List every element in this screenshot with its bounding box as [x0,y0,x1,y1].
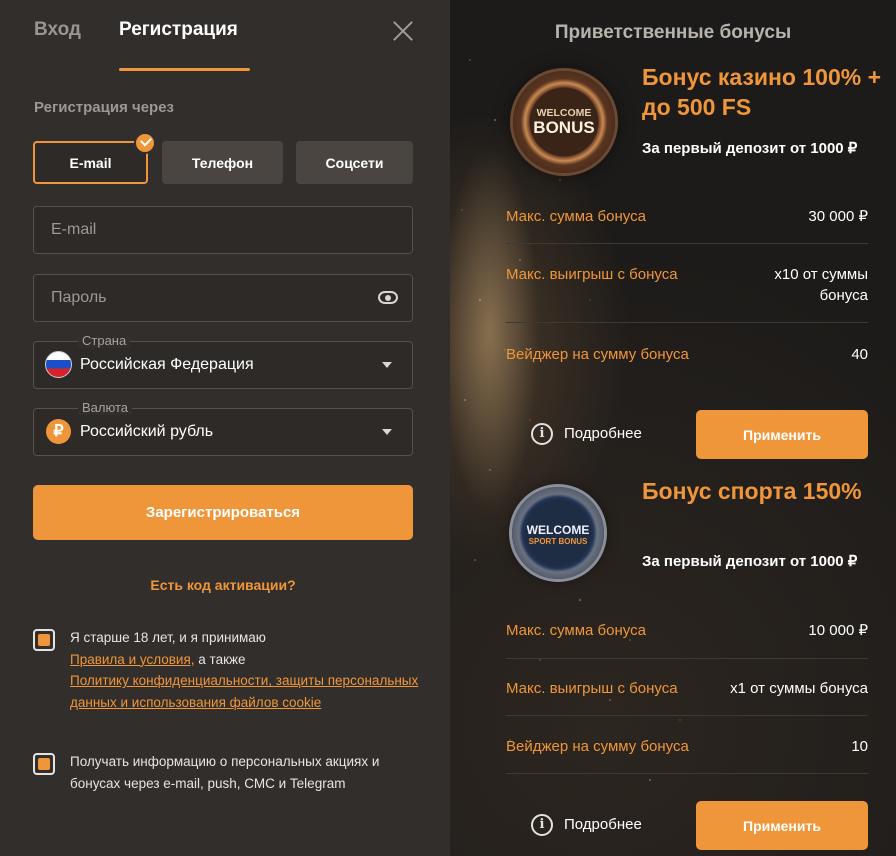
method-social-button[interactable]: Соцсети [296,141,413,184]
row-value: 30 000 ₽ [808,208,868,225]
row-key: Макс. сумма бонуса [506,622,646,639]
activation-code-link[interactable]: Есть код активации? [0,577,446,593]
active-tab-indicator [119,68,250,71]
consent-age-text: Я старше 18 лет, и я принимаю [70,630,266,645]
password-field-wrapper [33,274,413,322]
tab-login[interactable]: Вход [34,19,81,41]
row-value: x1 от суммы бонуса [730,680,868,697]
method-email-button[interactable]: E-mail [33,141,148,184]
sport-bonus-title: Бонус спорта 150% [642,478,862,504]
info-icon[interactable]: i [531,814,553,836]
divider [506,715,868,716]
password-input[interactable] [34,275,412,321]
country-select[interactable]: Страна Российская Федерация [33,333,413,389]
casino-bonus-subtitle: За первый депозит от 1000 ₽ [642,140,858,157]
country-label: Страна [78,333,131,348]
privacy-policy-link[interactable]: Политику конфиденциальности, защиты перс… [70,673,418,710]
currency-value: Российский рубль [80,423,214,440]
age-terms-checkbox[interactable] [33,629,55,651]
divider [506,658,868,659]
row-value: x10 от суммы бонуса [774,266,868,304]
divider [506,243,868,244]
sport-coin-top-text: WELCOME [526,523,590,537]
casino-coin-main-text: BONUS [533,118,595,137]
casino-more-link[interactable]: Подробнее [564,425,642,442]
sport-bonus-subtitle: За первый депозит от 1000 ₽ [642,553,858,570]
currency-select[interactable]: Валюта ₽ Российский рубль [33,400,413,456]
tab-register[interactable]: Регистрация [119,19,238,41]
divider [506,773,868,774]
row-key: Вейджер на сумму бонуса [506,346,689,363]
info-icon[interactable]: i [531,423,553,445]
selected-check-icon [134,132,156,154]
marketing-checkbox[interactable] [33,753,55,775]
casino-welcome-bonus-badge: WELCOME BONUS [513,71,615,173]
row-key: Макс. выигрыш с бонуса [506,680,678,697]
russia-flag-icon [45,351,72,378]
divider [506,322,868,323]
sport-more-link[interactable]: Подробнее [564,816,642,833]
caret-down-icon [382,362,392,368]
sport-apply-button[interactable]: Применить [696,801,868,850]
consent-also-text: а также [198,651,246,667]
bonuses-panel: Приветственные бонусы WELCOME BONUS Бону… [450,0,896,856]
register-button[interactable]: Зарегистрироваться [33,485,413,540]
row-value: 40 [851,346,868,363]
marketing-consent-text: Получать информацию о персональных акция… [70,754,380,791]
registration-method-label: Регистрация через [34,99,175,116]
row-key: Вейджер на сумму бонуса [506,738,689,755]
country-value: Российская Федерация [80,356,254,373]
row-value: 10 [851,738,868,755]
casino-apply-button[interactable]: Применить [696,410,868,459]
sport-coin-main-text: SPORT BONUS [528,537,588,546]
caret-down-icon [382,429,392,435]
ruble-icon: ₽ [46,419,71,444]
sport-welcome-bonus-badge: WELCOME SPORT BONUS [512,487,604,579]
casino-bonus-title: Бонус казино 100% + до 500 FS [642,64,882,120]
method-phone-button[interactable]: Телефон [162,141,283,184]
email-input[interactable] [34,207,412,253]
terms-link[interactable]: Правила и условия, [70,652,195,667]
eye-icon[interactable] [378,291,398,304]
row-key: Макс. выигрыш с бонуса [506,266,678,283]
registration-panel: Вход Регистрация Регистрация через E-mai… [0,0,450,856]
row-key: Макс. сумма бонуса [506,208,646,225]
row-value: 10 000 ₽ [808,622,868,639]
bonuses-title: Приветственные бонусы [554,22,792,43]
email-field-wrapper [33,206,413,254]
close-icon[interactable] [389,17,417,45]
currency-label: Валюта [78,400,132,415]
age-terms-consent: Я старше 18 лет, и я принимаю Правила и … [70,627,420,714]
